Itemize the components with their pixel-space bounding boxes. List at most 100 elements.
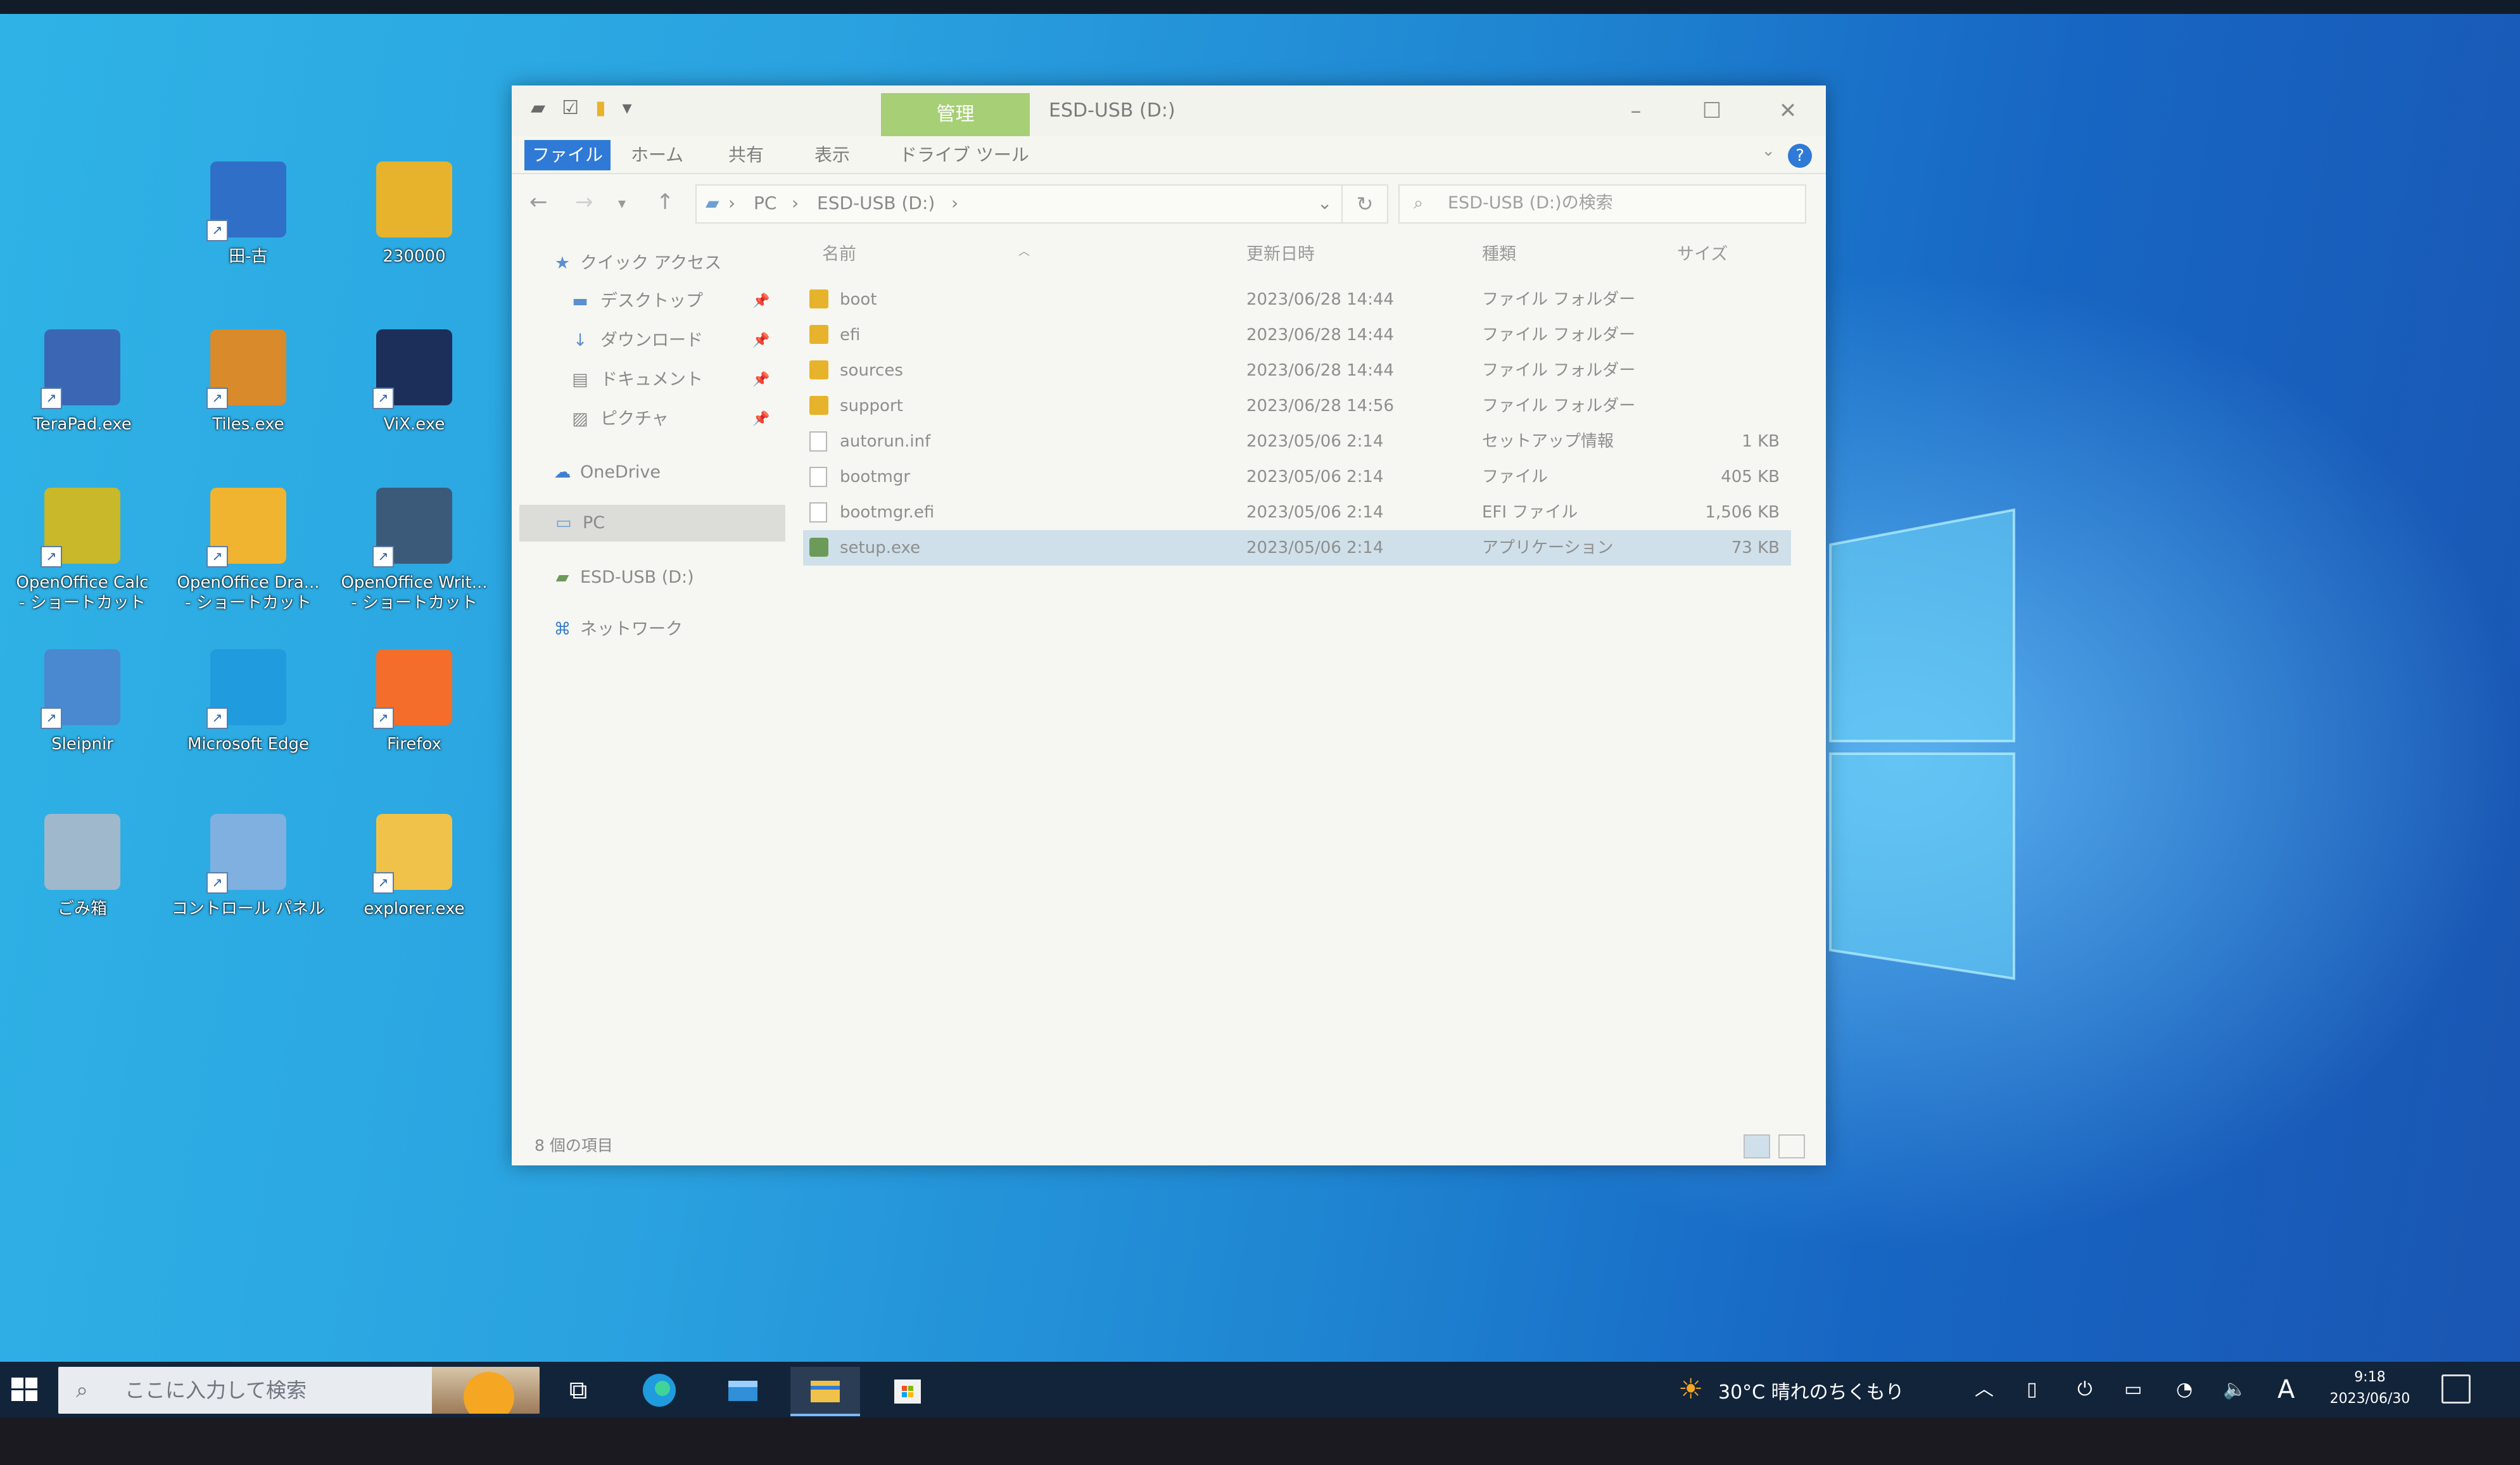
back-arrow-icon[interactable]: ← xyxy=(529,189,548,215)
file-row[interactable]: bootmgr 2023/05/06 2:14 ファイル 405 KB xyxy=(803,459,1791,495)
up-arrow-icon[interactable]: ↑ xyxy=(656,189,674,215)
desktop-icon-8[interactable]: ↗ OpenOffice Writ... - ショートカット xyxy=(332,488,497,613)
tab-manage[interactable]: 管理 xyxy=(881,93,1030,136)
pin-icon[interactable]: 📌 xyxy=(752,283,769,320)
ime-indicator[interactable]: A xyxy=(2277,1362,2295,1417)
tab-file[interactable]: ファイル xyxy=(524,140,611,170)
shortcut-arrow-icon: ↗ xyxy=(372,388,394,409)
drive-icon[interactable]: ▰ xyxy=(531,97,545,119)
usb-eject-icon[interactable]: ▯ xyxy=(2027,1362,2037,1417)
column-header-type[interactable]: 種類 xyxy=(1482,232,1516,277)
nav-documents[interactable]: ▤ ドキュメント 📌 xyxy=(512,362,778,398)
properties-icon[interactable]: ☑ xyxy=(562,97,579,119)
file-explorer-taskbar-icon[interactable] xyxy=(790,1367,860,1416)
task-view-icon[interactable]: ⧉ xyxy=(543,1367,613,1414)
desktop-icon-label-2: - ショートカット xyxy=(19,593,146,612)
file-type: ファイル フォルダー xyxy=(1482,396,1636,415)
file-explorer-window[interactable]: ▰ ☑ ▮ ▾ 管理 ESD-USB (D:) – ☐ ✕ ファイル ホーム 共… xyxy=(512,86,1826,1165)
desktop-icon-label: OpenOffice Calc xyxy=(16,573,149,592)
column-header-modified[interactable]: 更新日時 xyxy=(1246,232,1315,277)
close-button[interactable]: ✕ xyxy=(1750,86,1826,136)
column-header-size[interactable]: サイズ xyxy=(1677,232,1728,277)
file-row[interactable]: support 2023/06/28 14:56 ファイル フォルダー xyxy=(803,388,1791,424)
pin-icon[interactable]: 📌 xyxy=(752,401,769,438)
windows-start-icon[interactable] xyxy=(0,1362,51,1417)
file-row[interactable]: bootmgr.efi 2023/05/06 2:14 EFI ファイル 1,506 … xyxy=(803,495,1791,530)
recent-locations-icon[interactable]: ▾ xyxy=(618,194,626,212)
desktop-icon-5[interactable]: ↗ ViX.exe xyxy=(332,329,497,434)
file-size: 73 KB xyxy=(1731,538,1780,557)
file-modified: 2023/05/06 2:14 xyxy=(1246,467,1384,486)
chevron-down-icon[interactable]: ▾ xyxy=(623,97,632,119)
nav-pc[interactable]: ▭ PC xyxy=(519,505,785,542)
nav-desktop[interactable]: ▬ デスクトップ 📌 xyxy=(512,283,778,320)
pin-icon[interactable]: 📌 xyxy=(752,362,769,398)
edge-icon[interactable] xyxy=(624,1367,694,1414)
file-row[interactable]: boot 2023/06/28 14:44 ファイル フォルダー xyxy=(803,282,1791,317)
column-header-name[interactable]: 名前 xyxy=(822,232,856,277)
shortcut-arrow-icon: ↗ xyxy=(41,707,62,729)
volume-icon[interactable]: 🔈 xyxy=(2223,1362,2246,1417)
usb-drive-icon: ▰ xyxy=(555,568,569,587)
nav-network[interactable]: ⌘ ネットワーク xyxy=(512,611,778,648)
desktop-icon-3[interactable]: ↗ TeraPad.exe xyxy=(0,329,165,434)
power-icon[interactable]: ⏻ xyxy=(2077,1362,2093,1417)
weather-widget[interactable]: ☀ 30°C 晴れのちくもり xyxy=(1678,1362,1904,1417)
address-bar[interactable]: ▰ › PC › ESD-USB (D:) › ⌄ xyxy=(695,184,1344,224)
desktop-icon-9[interactable]: ↗ Sleipnir xyxy=(0,649,165,754)
mail-icon[interactable] xyxy=(708,1367,778,1414)
details-view-icon[interactable] xyxy=(1744,1134,1770,1158)
tab-view[interactable]: 表示 xyxy=(814,140,850,170)
search-box[interactable]: ⌕ ESD-USB (D:)の検索 xyxy=(1398,184,1806,224)
wifi-icon[interactable]: ◔ xyxy=(2176,1362,2193,1417)
tab-share[interactable]: 共有 xyxy=(728,140,764,170)
desktop-icon-6[interactable]: ↗ OpenOffice Calc - ショートカット xyxy=(0,488,165,613)
nav-downloads[interactable]: ↓ ダウンロード 📌 xyxy=(512,322,778,359)
nav-pictures[interactable]: ▨ ピクチャ 📌 xyxy=(512,401,778,438)
desktop-icon-10[interactable]: ↗ Microsoft Edge xyxy=(166,649,331,754)
breadcrumb-pc[interactable]: PC xyxy=(754,186,776,221)
desktop-icon-12[interactable]: ごみ箱 xyxy=(0,814,165,919)
expand-ribbon-icon[interactable]: ⌄ xyxy=(1761,141,1775,160)
chevron-up-icon[interactable]: ︿ xyxy=(1975,1362,1994,1417)
desktop-icon-1[interactable]: ↗ 田-古 xyxy=(166,162,331,267)
file-row[interactable]: autorun.inf 2023/05/06 2:14 セットアップ情報 1 KB xyxy=(803,424,1791,459)
file-row[interactable]: efi 2023/06/28 14:44 ファイル フォルダー xyxy=(803,317,1791,353)
address-dropdown-icon[interactable]: ⌄ xyxy=(1317,186,1332,221)
search-icon: ⌕ xyxy=(76,1378,89,1403)
desktop-icon-label: Firefox xyxy=(386,735,442,754)
desktop-icon-13[interactable]: ↗ コントロール パネル xyxy=(166,814,331,919)
file-row[interactable]: setup.exe 2023/05/06 2:14 アプリケーション 73 KB xyxy=(803,530,1791,566)
taskbar-search-box[interactable]: ⌕ ここに入力して検索 xyxy=(58,1367,540,1414)
large-icons-view-icon[interactable] xyxy=(1778,1134,1805,1158)
clock[interactable]: 9:18 2023/06/30 xyxy=(2313,1367,2427,1410)
forward-arrow-icon[interactable]: → xyxy=(575,189,593,215)
shortcut-arrow-icon: ↗ xyxy=(206,220,228,241)
nav-quick-access[interactable]: ★ クイック アクセス xyxy=(512,245,778,282)
tab-home[interactable]: ホーム xyxy=(631,140,683,170)
network-icon: ⌘ xyxy=(554,619,571,639)
help-icon[interactable]: ? xyxy=(1788,144,1812,168)
pin-icon[interactable]: 📌 xyxy=(752,322,769,359)
minimize-button[interactable]: – xyxy=(1598,86,1674,136)
nav-onedrive[interactable]: ☁ OneDrive xyxy=(512,454,778,491)
breadcrumb-usb[interactable]: ESD-USB (D:) xyxy=(817,186,935,221)
desktop-icon-2[interactable]: 230000 xyxy=(332,162,497,267)
title-bar[interactable]: ▰ ☑ ▮ ▾ 管理 ESD-USB (D:) – ☐ ✕ xyxy=(512,86,1826,136)
desktop-icon-14[interactable]: ↗ explorer.exe xyxy=(332,814,497,919)
tab-drive-tools[interactable]: ドライブ ツール xyxy=(899,140,1029,170)
notification-icon[interactable] xyxy=(2441,1374,2471,1404)
desktop-icon-11[interactable]: ↗ Firefox xyxy=(332,649,497,754)
new-folder-icon[interactable]: ▮ xyxy=(595,97,606,119)
wallpaper-windows-logo xyxy=(1829,508,2015,980)
nav-usb-drive[interactable]: ▰ ESD-USB (D:) xyxy=(512,559,778,596)
store-icon[interactable] xyxy=(873,1367,942,1414)
maximize-button[interactable]: ☐ xyxy=(1674,86,1750,136)
file-row[interactable]: sources 2023/06/28 14:44 ファイル フォルダー xyxy=(803,353,1791,388)
refresh-icon[interactable]: ↻ xyxy=(1341,184,1388,224)
file-type: セットアップ情報 xyxy=(1482,432,1614,451)
battery-icon[interactable]: ▭ xyxy=(2124,1362,2142,1417)
document-icon: ▤ xyxy=(572,370,588,390)
desktop-icon-7[interactable]: ↗ OpenOffice Dra... - ショートカット xyxy=(166,488,331,613)
desktop-icon-4[interactable]: ↗ Tiles.exe xyxy=(166,329,331,434)
